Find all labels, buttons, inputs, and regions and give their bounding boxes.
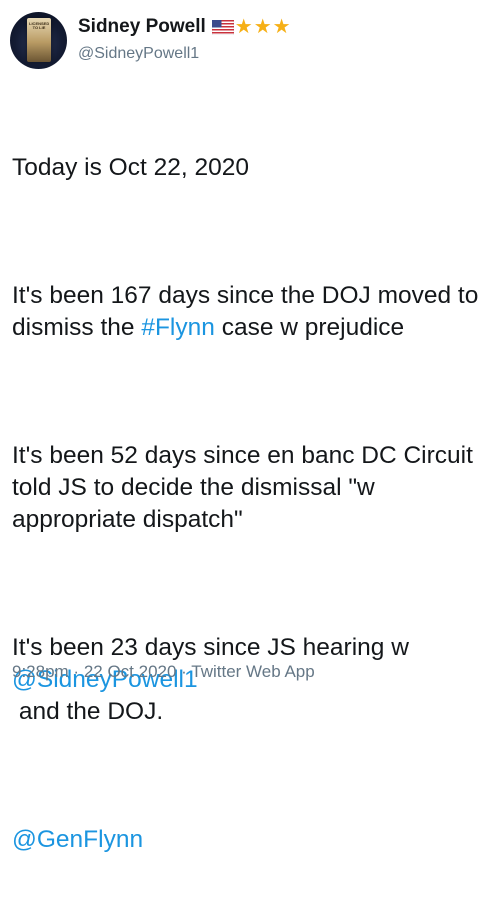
paragraph-text: It's been 52 days since en banc DC Circu…: [12, 442, 480, 533]
author-handle[interactable]: @SidneyPowell1: [78, 45, 199, 63]
book-title-text: LICENSED TO LIE: [29, 22, 49, 30]
tweet-time[interactable]: 9:28pm: [12, 662, 69, 681]
tweet-source: Twitter Web App: [191, 662, 315, 681]
avatar[interactable]: LICENSED TO LIE: [10, 12, 67, 69]
star-icon: ★: [253, 16, 272, 38]
author-name-row: Sidney Powell ★ ★ ★: [78, 14, 291, 40]
separator-dot: ·: [68, 662, 84, 681]
hashtag-link-flynn[interactable]: #Flynn: [141, 314, 215, 341]
tweet-meta: 9:28pm · 22 Oct 2020 · Twitter Web App: [12, 662, 315, 682]
tweet-paragraph: @GenFlynn: [12, 824, 490, 856]
star-icon: ★: [234, 16, 253, 38]
separator-dot: ·: [176, 662, 192, 681]
author-name[interactable]: Sidney Powell: [78, 16, 206, 38]
paragraph-text: It's been 23 days since JS hearing w: [12, 634, 416, 661]
star-icon: ★: [272, 16, 291, 38]
paragraph-text: case w prejudice: [214, 314, 405, 341]
tweet-header: LICENSED TO LIE Sidney Powell ★ ★ ★ @Sid…: [10, 12, 488, 72]
paragraph-text: Today is Oct 22, 2020: [12, 154, 249, 181]
tweet-paragraph: It's been 167 days since the DOJ moved t…: [12, 280, 490, 344]
tweet-paragraph: Today is Oct 22, 2020: [12, 152, 490, 184]
tweet-body: Today is Oct 22, 2020 It's been 167 days…: [12, 88, 490, 920]
tweet-date[interactable]: 22 Oct 2020: [84, 662, 177, 681]
us-flag-icon: [211, 19, 235, 35]
paragraph-text: and the DOJ.: [18, 698, 164, 725]
tweet-paragraph: It's been 52 days since en banc DC Circu…: [12, 440, 490, 536]
mention-link-genflynn[interactable]: @GenFlynn: [12, 826, 143, 853]
